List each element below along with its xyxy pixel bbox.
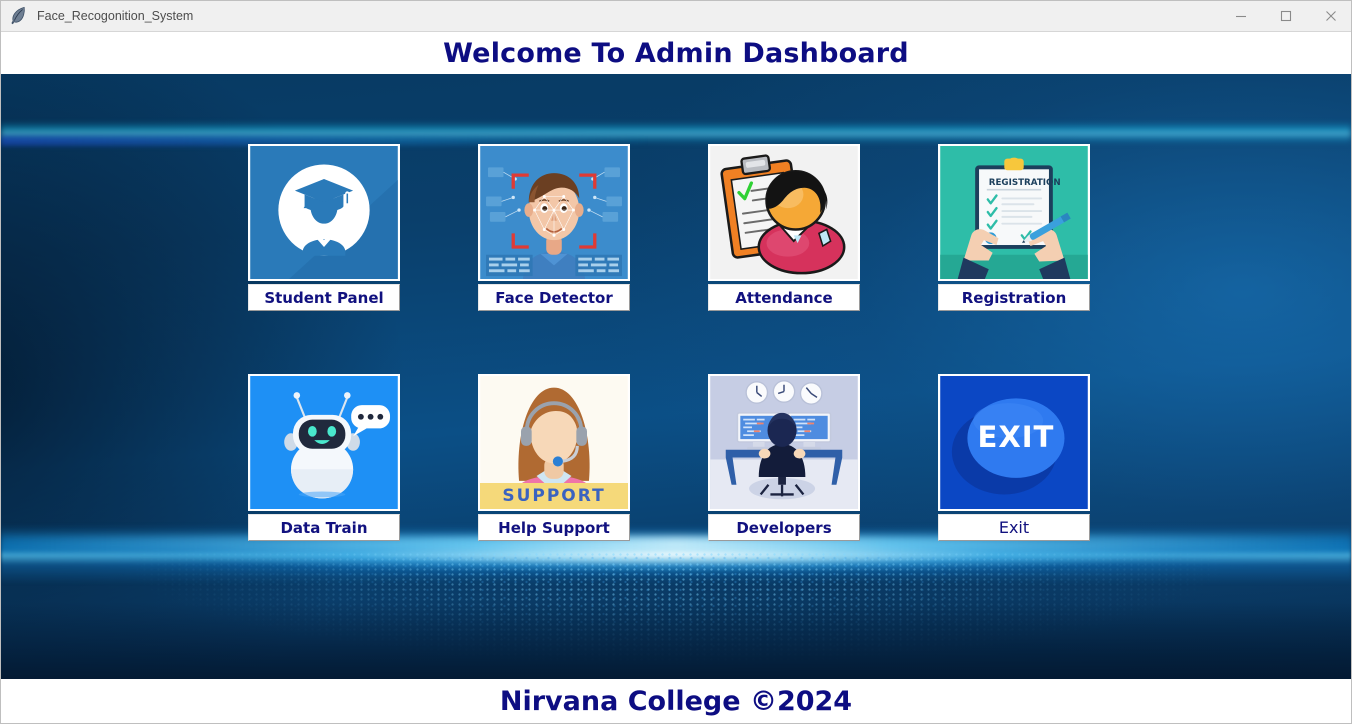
developer-workstation-icon — [710, 376, 858, 509]
tile-face-detector-label[interactable]: Face Detector — [478, 284, 630, 311]
support-banner-text: SUPPORT — [502, 486, 606, 506]
tile-exit-label[interactable]: Exit — [938, 514, 1090, 541]
tile-registration[interactable]: REGISTRATION Registration — [938, 144, 1090, 311]
tile-registration-label[interactable]: Registration — [938, 284, 1090, 311]
dashboard-background: Student Panel Face Detector Attendance R… — [1, 74, 1351, 680]
footer-bar: Nirvana College ©2024 — [1, 679, 1351, 723]
tile-developers[interactable]: Developers — [708, 374, 860, 541]
title-bar-left: Face_Recogonition_System — [1, 6, 1218, 26]
tile-data-train-label[interactable]: Data Train — [248, 514, 400, 541]
tile-developers-label[interactable]: Developers — [708, 514, 860, 541]
graduate-student-icon — [250, 146, 398, 279]
tile-help-support-image[interactable]: SUPPORT — [478, 374, 630, 511]
window-title: Face_Recogonition_System — [37, 9, 194, 23]
footer-copyright: Nirvana College ©2024 — [499, 685, 853, 717]
tile-data-train[interactable]: Data Train — [248, 374, 400, 541]
window-controls — [1218, 1, 1351, 32]
tile-registration-image[interactable]: REGISTRATION — [938, 144, 1090, 281]
chatbot-robot-icon — [250, 376, 398, 509]
close-icon[interactable] — [1308, 1, 1351, 32]
clipboard-person-icon — [710, 146, 858, 279]
tile-exit[interactable]: EXIT Exit — [938, 374, 1090, 541]
maximize-icon[interactable] — [1263, 1, 1308, 32]
tile-attendance-label[interactable]: Attendance — [708, 284, 860, 311]
tile-student-panel-label[interactable]: Student Panel — [248, 284, 400, 311]
tile-developers-image[interactable] — [708, 374, 860, 511]
minimize-icon[interactable] — [1218, 1, 1263, 32]
tile-data-train-image[interactable] — [248, 374, 400, 511]
svg-text:EXIT: EXIT — [977, 420, 1054, 454]
header-bar: Welcome To Admin Dashboard — [1, 32, 1351, 74]
application-window: Face_Recogonition_System Welcome To Admi… — [0, 0, 1352, 724]
tile-face-detector[interactable]: Face Detector — [478, 144, 630, 311]
tile-student-panel[interactable]: Student Panel — [248, 144, 400, 311]
dashboard-tile-grid: Student Panel Face Detector Attendance R… — [1, 74, 1351, 680]
title-bar[interactable]: Face_Recogonition_System — [1, 1, 1351, 32]
feather-icon — [9, 6, 27, 26]
registration-form-icon: REGISTRATION — [940, 146, 1088, 279]
support-banner: SUPPORT — [480, 483, 628, 509]
tile-student-panel-image[interactable] — [248, 144, 400, 281]
tile-face-detector-image[interactable] — [478, 144, 630, 281]
tile-help-support[interactable]: SUPPORT Help Support — [478, 374, 630, 541]
face-detection-icon — [480, 146, 628, 279]
tile-help-support-label[interactable]: Help Support — [478, 514, 630, 541]
tile-attendance[interactable]: Attendance — [708, 144, 860, 311]
exit-button-icon: EXIT — [940, 376, 1088, 509]
tile-exit-image[interactable]: EXIT — [938, 374, 1090, 511]
page-title: Welcome To Admin Dashboard — [443, 37, 909, 69]
svg-text:REGISTRATION: REGISTRATION — [989, 178, 1061, 188]
tile-attendance-image[interactable] — [708, 144, 860, 281]
